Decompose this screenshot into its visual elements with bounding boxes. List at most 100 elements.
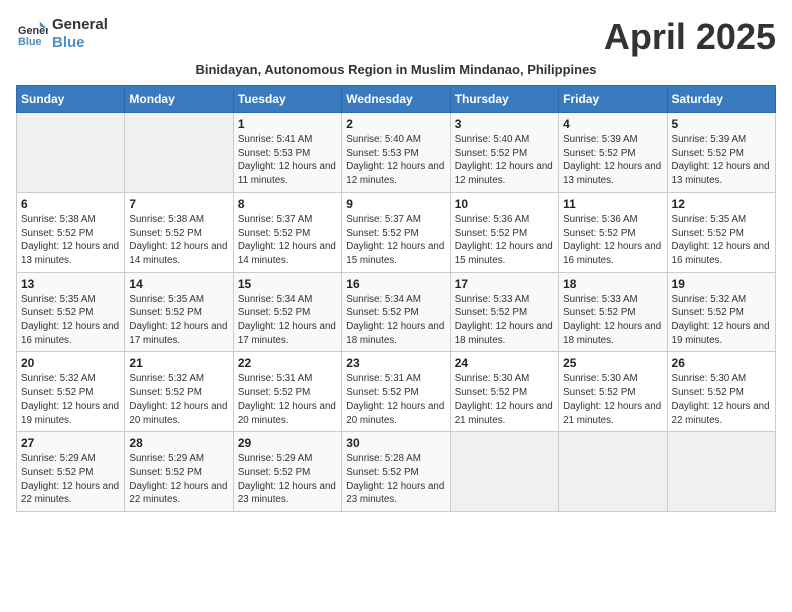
day-info: Sunrise: 5:31 AM Sunset: 5:52 PM Dayligh… xyxy=(346,372,445,427)
day-number: 16 xyxy=(346,277,445,291)
day-cell: 28 Sunrise: 5:29 AM Sunset: 5:52 PM Dayli… xyxy=(125,432,233,512)
day-number: 7 xyxy=(129,197,228,211)
day-info: Sunrise: 5:34 AM Sunset: 5:52 PM Dayligh… xyxy=(346,293,445,348)
day-info: Sunrise: 5:35 AM Sunset: 5:52 PM Dayligh… xyxy=(672,213,771,268)
logo-line1: General xyxy=(52,16,108,34)
logo-line2: Blue xyxy=(52,34,108,52)
day-number: 20 xyxy=(21,356,120,370)
col-header-wednesday: Wednesday xyxy=(342,86,450,113)
day-info: Sunrise: 5:38 AM Sunset: 5:52 PM Dayligh… xyxy=(129,213,228,268)
col-header-friday: Friday xyxy=(559,86,667,113)
week-row-2: 13Sunrise: 5:35 AM Sunset: 5:52 PM Dayli… xyxy=(17,272,776,352)
day-number: 11 xyxy=(563,197,662,211)
day-info: Sunrise: 5:30 AM Sunset: 5:52 PM Dayligh… xyxy=(455,372,554,427)
day-cell: 12 Sunrise: 5:35 AM Sunset: 5:52 PM Dayli… xyxy=(667,192,775,272)
day-cell: 10 Sunrise: 5:36 AM Sunset: 5:52 PM Dayli… xyxy=(450,192,558,272)
day-info: Sunrise: 5:34 AM Sunset: 5:52 PM Dayligh… xyxy=(238,293,337,348)
day-info: Sunrise: 5:30 AM Sunset: 5:52 PM Dayligh… xyxy=(563,372,662,427)
month-title: April 2025 xyxy=(604,16,776,58)
day-cell: 27Sunrise: 5:29 AM Sunset: 5:52 PM Dayli… xyxy=(17,432,125,512)
day-number: 1 xyxy=(238,117,337,131)
day-info: Sunrise: 5:33 AM Sunset: 5:52 PM Dayligh… xyxy=(563,293,662,348)
day-info: Sunrise: 5:32 AM Sunset: 5:52 PM Dayligh… xyxy=(672,293,771,348)
day-number: 17 xyxy=(455,277,554,291)
day-info: Sunrise: 5:35 AM Sunset: 5:52 PM Dayligh… xyxy=(129,293,228,348)
day-cell: 30Sunrise: 5:28 AM Sunset: 5:52 PM Dayli… xyxy=(342,432,450,512)
day-info: Sunrise: 5:29 AM Sunset: 5:52 PM Dayligh… xyxy=(238,452,337,507)
week-row-4: 27Sunrise: 5:29 AM Sunset: 5:52 PM Dayli… xyxy=(17,432,776,512)
day-number: 6 xyxy=(21,197,120,211)
day-info: Sunrise: 5:29 AM Sunset: 5:52 PM Dayligh… xyxy=(21,452,120,507)
day-cell: 17 Sunrise: 5:33 AM Sunset: 5:52 PM Dayli… xyxy=(450,272,558,352)
day-number: 8 xyxy=(238,197,337,211)
day-cell: 7 Sunrise: 5:38 AM Sunset: 5:52 PM Daylig… xyxy=(125,192,233,272)
day-cell: 29 Sunrise: 5:29 AM Sunset: 5:52 PM Dayli… xyxy=(233,432,341,512)
day-cell: 11 Sunrise: 5:36 AM Sunset: 5:52 PM Dayli… xyxy=(559,192,667,272)
day-cell: 25 Sunrise: 5:30 AM Sunset: 5:52 PM Dayli… xyxy=(559,352,667,432)
week-row-1: 6 Sunrise: 5:38 AM Sunset: 5:52 PM Daylig… xyxy=(17,192,776,272)
day-number: 28 xyxy=(129,436,228,450)
day-info: Sunrise: 5:40 AM Sunset: 5:52 PM Dayligh… xyxy=(455,133,554,188)
day-cell: 4Sunrise: 5:39 AM Sunset: 5:52 PM Daylig… xyxy=(559,113,667,193)
day-number: 3 xyxy=(455,117,554,131)
day-info: Sunrise: 5:32 AM Sunset: 5:52 PM Dayligh… xyxy=(129,372,228,427)
day-cell: 22Sunrise: 5:31 AM Sunset: 5:52 PM Dayli… xyxy=(233,352,341,432)
day-number: 21 xyxy=(129,356,228,370)
day-cell xyxy=(17,113,125,193)
day-info: Sunrise: 5:31 AM Sunset: 5:52 PM Dayligh… xyxy=(238,372,337,427)
day-number: 2 xyxy=(346,117,445,131)
day-number: 29 xyxy=(238,436,337,450)
day-cell xyxy=(125,113,233,193)
svg-text:Blue: Blue xyxy=(18,36,42,48)
day-cell: 20 Sunrise: 5:32 AM Sunset: 5:52 PM Dayli… xyxy=(17,352,125,432)
day-cell: 24 Sunrise: 5:30 AM Sunset: 5:52 PM Dayli… xyxy=(450,352,558,432)
col-header-monday: Monday xyxy=(125,86,233,113)
day-info: Sunrise: 5:35 AM Sunset: 5:52 PM Dayligh… xyxy=(21,293,120,348)
day-cell xyxy=(559,432,667,512)
day-number: 30 xyxy=(346,436,445,450)
day-cell xyxy=(450,432,558,512)
day-cell: 2Sunrise: 5:40 AM Sunset: 5:53 PM Daylig… xyxy=(342,113,450,193)
day-info: Sunrise: 5:39 AM Sunset: 5:52 PM Dayligh… xyxy=(563,133,662,188)
col-header-saturday: Saturday xyxy=(667,86,775,113)
day-number: 24 xyxy=(455,356,554,370)
day-cell: 19Sunrise: 5:32 AM Sunset: 5:52 PM Dayli… xyxy=(667,272,775,352)
day-cell: 16 Sunrise: 5:34 AM Sunset: 5:52 PM Dayli… xyxy=(342,272,450,352)
calendar-table: SundayMondayTuesdayWednesdayThursdayFrid… xyxy=(16,85,776,512)
day-number: 25 xyxy=(563,356,662,370)
subtitle: Binidayan, Autonomous Region in Muslim M… xyxy=(16,62,776,77)
day-number: 5 xyxy=(672,117,771,131)
day-info: Sunrise: 5:36 AM Sunset: 5:52 PM Dayligh… xyxy=(563,213,662,268)
day-info: Sunrise: 5:29 AM Sunset: 5:52 PM Dayligh… xyxy=(129,452,228,507)
day-cell: 23 Sunrise: 5:31 AM Sunset: 5:52 PM Dayli… xyxy=(342,352,450,432)
day-cell: 15 Sunrise: 5:34 AM Sunset: 5:52 PM Dayli… xyxy=(233,272,341,352)
day-number: 15 xyxy=(238,277,337,291)
day-cell: 21 Sunrise: 5:32 AM Sunset: 5:52 PM Dayli… xyxy=(125,352,233,432)
day-cell xyxy=(667,432,775,512)
day-cell: 13Sunrise: 5:35 AM Sunset: 5:52 PM Dayli… xyxy=(17,272,125,352)
week-row-3: 20 Sunrise: 5:32 AM Sunset: 5:52 PM Dayli… xyxy=(17,352,776,432)
day-number: 18 xyxy=(563,277,662,291)
day-info: Sunrise: 5:30 AM Sunset: 5:52 PM Dayligh… xyxy=(672,372,771,427)
day-number: 10 xyxy=(455,197,554,211)
header: General Blue General Blue April 2025 xyxy=(16,16,776,58)
day-cell: 5 Sunrise: 5:39 AM Sunset: 5:52 PM Daylig… xyxy=(667,113,775,193)
day-cell: 6 Sunrise: 5:38 AM Sunset: 5:52 PM Daylig… xyxy=(17,192,125,272)
day-cell: 9Sunrise: 5:37 AM Sunset: 5:52 PM Daylig… xyxy=(342,192,450,272)
day-number: 12 xyxy=(672,197,771,211)
calendar-header: SundayMondayTuesdayWednesdayThursdayFrid… xyxy=(17,86,776,113)
day-info: Sunrise: 5:37 AM Sunset: 5:52 PM Dayligh… xyxy=(346,213,445,268)
logo-icon: General Blue xyxy=(16,20,48,48)
day-cell: 1 Sunrise: 5:41 AM Sunset: 5:53 PM Daylig… xyxy=(233,113,341,193)
col-header-thursday: Thursday xyxy=(450,86,558,113)
day-info: Sunrise: 5:39 AM Sunset: 5:52 PM Dayligh… xyxy=(672,133,771,188)
day-info: Sunrise: 5:32 AM Sunset: 5:52 PM Dayligh… xyxy=(21,372,120,427)
day-info: Sunrise: 5:38 AM Sunset: 5:52 PM Dayligh… xyxy=(21,213,120,268)
week-row-0: 1 Sunrise: 5:41 AM Sunset: 5:53 PM Daylig… xyxy=(17,113,776,193)
day-cell: 26Sunrise: 5:30 AM Sunset: 5:52 PM Dayli… xyxy=(667,352,775,432)
col-header-sunday: Sunday xyxy=(17,86,125,113)
day-info: Sunrise: 5:36 AM Sunset: 5:52 PM Dayligh… xyxy=(455,213,554,268)
day-info: Sunrise: 5:33 AM Sunset: 5:52 PM Dayligh… xyxy=(455,293,554,348)
day-number: 23 xyxy=(346,356,445,370)
day-info: Sunrise: 5:41 AM Sunset: 5:53 PM Dayligh… xyxy=(238,133,337,188)
